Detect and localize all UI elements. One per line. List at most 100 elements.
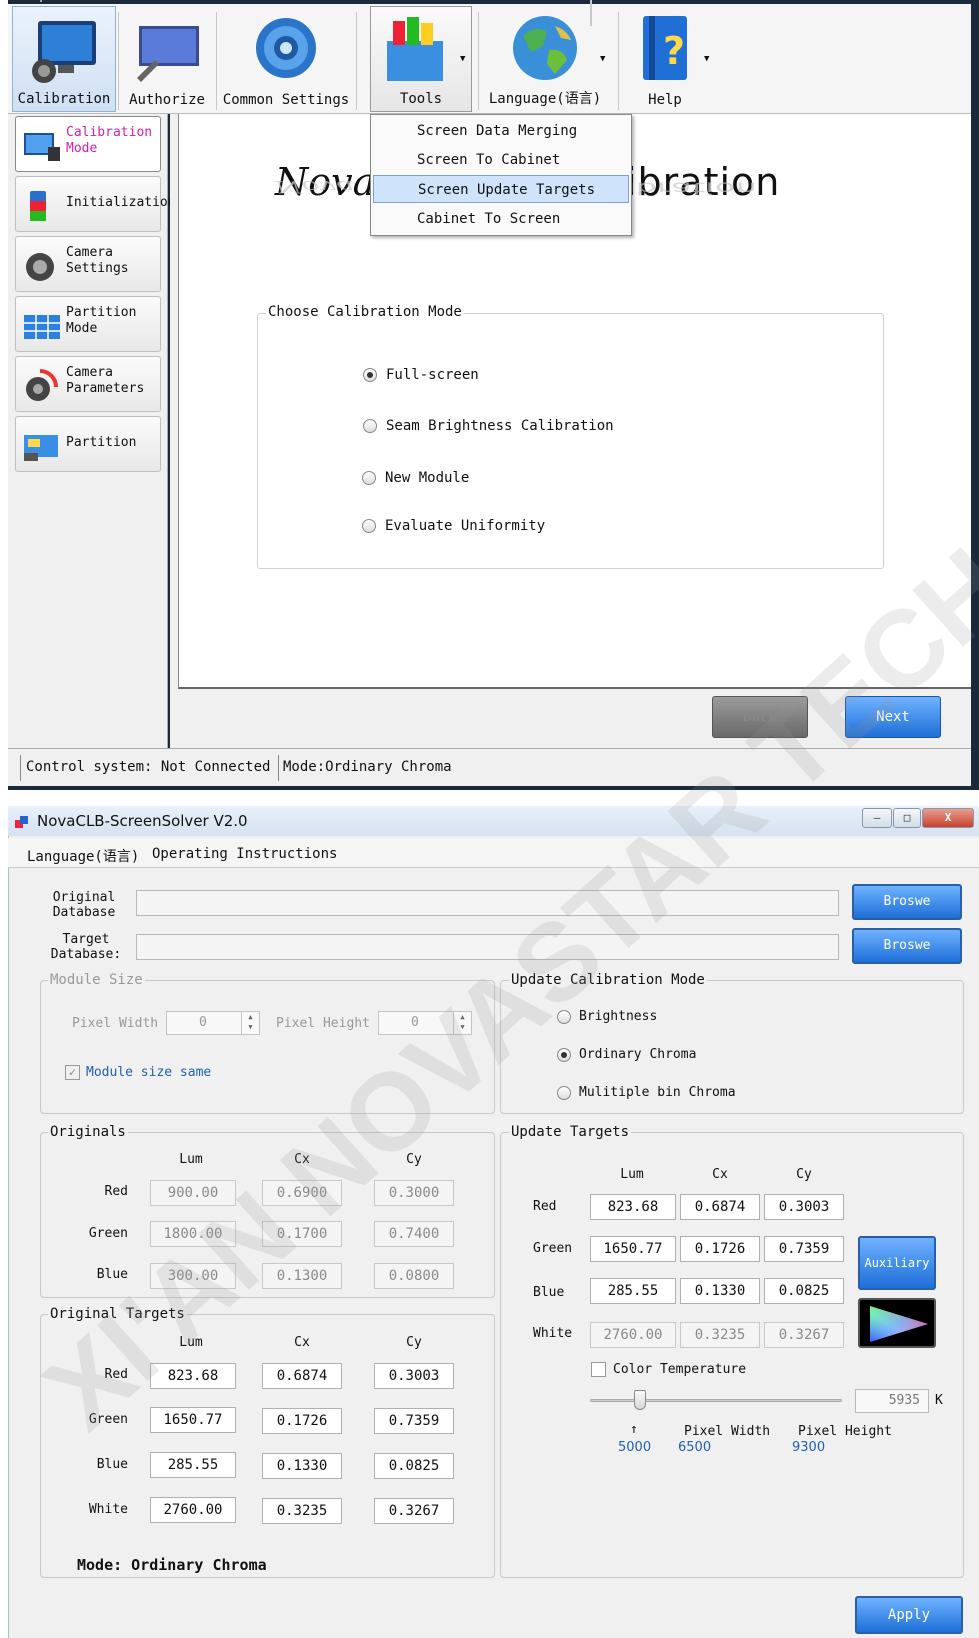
toolbar-calibration-button[interactable]: Calibration bbox=[12, 6, 116, 112]
update-targets-red-lum[interactable]: 823.68 bbox=[590, 1194, 676, 1220]
original-targets-blue-lum: 285.55 bbox=[150, 1452, 236, 1478]
originals-title: Originals bbox=[48, 1124, 128, 1140]
toolbar-tools-button[interactable]: Tools bbox=[370, 6, 472, 112]
original-database-input[interactable] bbox=[136, 890, 839, 916]
toolbar-authorize-button[interactable]: Authorize bbox=[120, 6, 214, 112]
column-header: Cx bbox=[294, 1335, 310, 1350]
radio-new-module[interactable] bbox=[362, 471, 376, 485]
original-database-label: Original Database bbox=[44, 890, 124, 920]
radio-label: Evaluate Uniformity bbox=[385, 518, 546, 534]
update-targets-blue-cy[interactable]: 0.0825 bbox=[764, 1278, 844, 1304]
update-targets-red-cx[interactable]: 0.6874 bbox=[680, 1194, 760, 1220]
sidebar-item-partition-mode[interactable]: Partition Mode bbox=[15, 296, 161, 352]
module-size-same-checkbox[interactable]: ✓ bbox=[65, 1065, 80, 1080]
row-label: Blue bbox=[96, 1267, 128, 1282]
column-header: Lum bbox=[620, 1167, 644, 1182]
toolbar-label: Calibration bbox=[17, 91, 111, 107]
sidebar-item-initialization[interactable]: Initialization bbox=[15, 176, 176, 232]
toolbar-help-button[interactable]: ? Help bbox=[620, 6, 710, 112]
radio-multiple-bin-chroma[interactable] bbox=[557, 1086, 571, 1100]
update-targets-blue-lum[interactable]: 285.55 bbox=[590, 1278, 676, 1304]
original-targets-white-lum: 2760.00 bbox=[150, 1497, 236, 1523]
column-header: Lum bbox=[179, 1335, 203, 1350]
radio-label: Brightness bbox=[579, 1009, 658, 1024]
radio-brightness[interactable] bbox=[557, 1010, 571, 1024]
toolbar-common-settings-button[interactable]: Common Settings bbox=[218, 6, 354, 112]
module-size-group bbox=[40, 980, 495, 1114]
update-targets-green-cx[interactable]: 0.1726 bbox=[680, 1236, 760, 1262]
originals-blue-cx: 0.1300 bbox=[262, 1263, 342, 1289]
sidebar-item-calibration-mode[interactable]: Calibration Mode bbox=[15, 116, 161, 172]
update-targets-red-cy[interactable]: 0.3003 bbox=[764, 1194, 844, 1220]
menu-language[interactable]: Language(语言) bbox=[27, 846, 139, 866]
toolbar-label: Language(语言) bbox=[488, 91, 602, 107]
toolbar-divider bbox=[216, 12, 217, 110]
row-label: Blue bbox=[96, 1457, 128, 1472]
label-line: Original bbox=[52, 890, 116, 905]
maximize-button[interactable]: □ bbox=[893, 808, 921, 828]
radio-full-screen[interactable] bbox=[363, 368, 377, 382]
language-dropdown-arrow-icon[interactable]: ▼ bbox=[600, 54, 605, 64]
original-targets-white-cy: 0.3267 bbox=[374, 1498, 454, 1524]
auxiliary-button[interactable]: Auxiliary bbox=[858, 1236, 936, 1290]
back-button[interactable]: Back bbox=[712, 696, 808, 738]
color-temperature-slider-track[interactable] bbox=[590, 1399, 842, 1402]
sidebar-item-label: Partition bbox=[66, 435, 137, 450]
sidebar-item-camera-parameters[interactable]: Camera Parameters bbox=[15, 356, 161, 412]
minimize-button[interactable]: – bbox=[862, 808, 892, 828]
column-header: Cy bbox=[406, 1335, 422, 1350]
grid-icon bbox=[24, 315, 60, 339]
originals-green-cy: 0.7400 bbox=[374, 1221, 454, 1247]
menu-item-screen-data-merging[interactable]: Screen Data Merging bbox=[373, 117, 629, 145]
menu-item-screen-to-cabinet[interactable]: Screen To Cabinet bbox=[373, 146, 629, 174]
color-gamut-button[interactable] bbox=[858, 1298, 936, 1348]
tools-dropdown-arrow-icon[interactable]: ▼ bbox=[460, 54, 465, 64]
module-size-title: Module Size bbox=[48, 972, 145, 988]
scale-value: 5000 bbox=[618, 1440, 652, 1455]
update-targets-blue-cx[interactable]: 0.1330 bbox=[680, 1278, 760, 1304]
menu-item-cabinet-to-screen[interactable]: Cabinet To Screen bbox=[373, 205, 629, 233]
calibration-sidebar: Calibration Mode Initialization Camera Set… bbox=[8, 114, 176, 748]
stepper-arrows-icon[interactable]: ▲ ▼ bbox=[453, 1012, 471, 1034]
calibration-mode-icon bbox=[24, 133, 60, 161]
main-toolbar: Calibration Authorize Common Settings To… bbox=[8, 4, 971, 114]
status-bar: Control system: Not Connected Mode:Ordin… bbox=[8, 748, 971, 786]
next-button[interactable]: Next bbox=[845, 696, 941, 738]
toolbar-label: Help bbox=[648, 92, 682, 108]
apply-button[interactable]: Apply bbox=[855, 1596, 963, 1634]
radio-ordinary-chroma[interactable] bbox=[557, 1048, 571, 1062]
radio-seam-brightness[interactable] bbox=[363, 419, 377, 433]
update-targets-green-cy[interactable]: 0.7359 bbox=[764, 1236, 844, 1262]
target-database-browse-button[interactable]: Broswe bbox=[852, 928, 962, 964]
radio-label: Ordinary Chroma bbox=[579, 1047, 697, 1062]
sidebar-item-label: Parameters bbox=[66, 381, 145, 396]
menu-operating-instructions[interactable]: Operating Instructions bbox=[152, 846, 337, 862]
calibration-mode-group-title: Choose Calibration Mode bbox=[266, 304, 464, 320]
radio-label: Full-screen bbox=[386, 367, 479, 383]
original-database-browse-button[interactable]: Broswe bbox=[852, 884, 962, 920]
originals-blue-lum: 300.00 bbox=[150, 1263, 236, 1289]
row-label: Red bbox=[104, 1367, 128, 1382]
radio-evaluate-uniformity[interactable] bbox=[362, 519, 376, 533]
scale-value: 9300 bbox=[792, 1440, 826, 1455]
help-dropdown-arrow-icon[interactable]: ▼ bbox=[704, 54, 709, 64]
radio-label: New Module bbox=[385, 470, 470, 486]
original-targets-white-cx: 0.3235 bbox=[262, 1498, 342, 1524]
color-temperature-checkbox[interactable] bbox=[591, 1362, 606, 1377]
color-temperature-value-field[interactable]: 5935 bbox=[855, 1389, 929, 1413]
status-mode: Mode:Ordinary Chroma bbox=[283, 759, 452, 775]
target-database-input[interactable] bbox=[136, 934, 839, 960]
close-button[interactable]: X bbox=[922, 808, 974, 828]
row-label: Green bbox=[88, 1412, 128, 1427]
row-label: Green bbox=[88, 1226, 128, 1241]
sidebar-item-label: Settings bbox=[66, 261, 129, 276]
stepper-arrows-icon[interactable]: ▲ ▼ bbox=[241, 1012, 259, 1034]
menu-item-screen-update-targets[interactable]: Screen Update Targets bbox=[373, 175, 629, 203]
sidebar-item-partition[interactable]: Partition bbox=[15, 416, 161, 472]
column-header: Cx bbox=[712, 1167, 728, 1182]
pixel-height-stepper[interactable]: 0 ▲ ▼ bbox=[378, 1011, 472, 1035]
sidebar-item-camera-settings[interactable]: Camera Settings bbox=[15, 236, 161, 292]
update-targets-green-lum[interactable]: 1650.77 bbox=[590, 1236, 676, 1262]
pixel-width-stepper[interactable]: 0 ▲ ▼ bbox=[166, 1011, 260, 1035]
color-temperature-slider-thumb[interactable] bbox=[634, 1390, 647, 1410]
